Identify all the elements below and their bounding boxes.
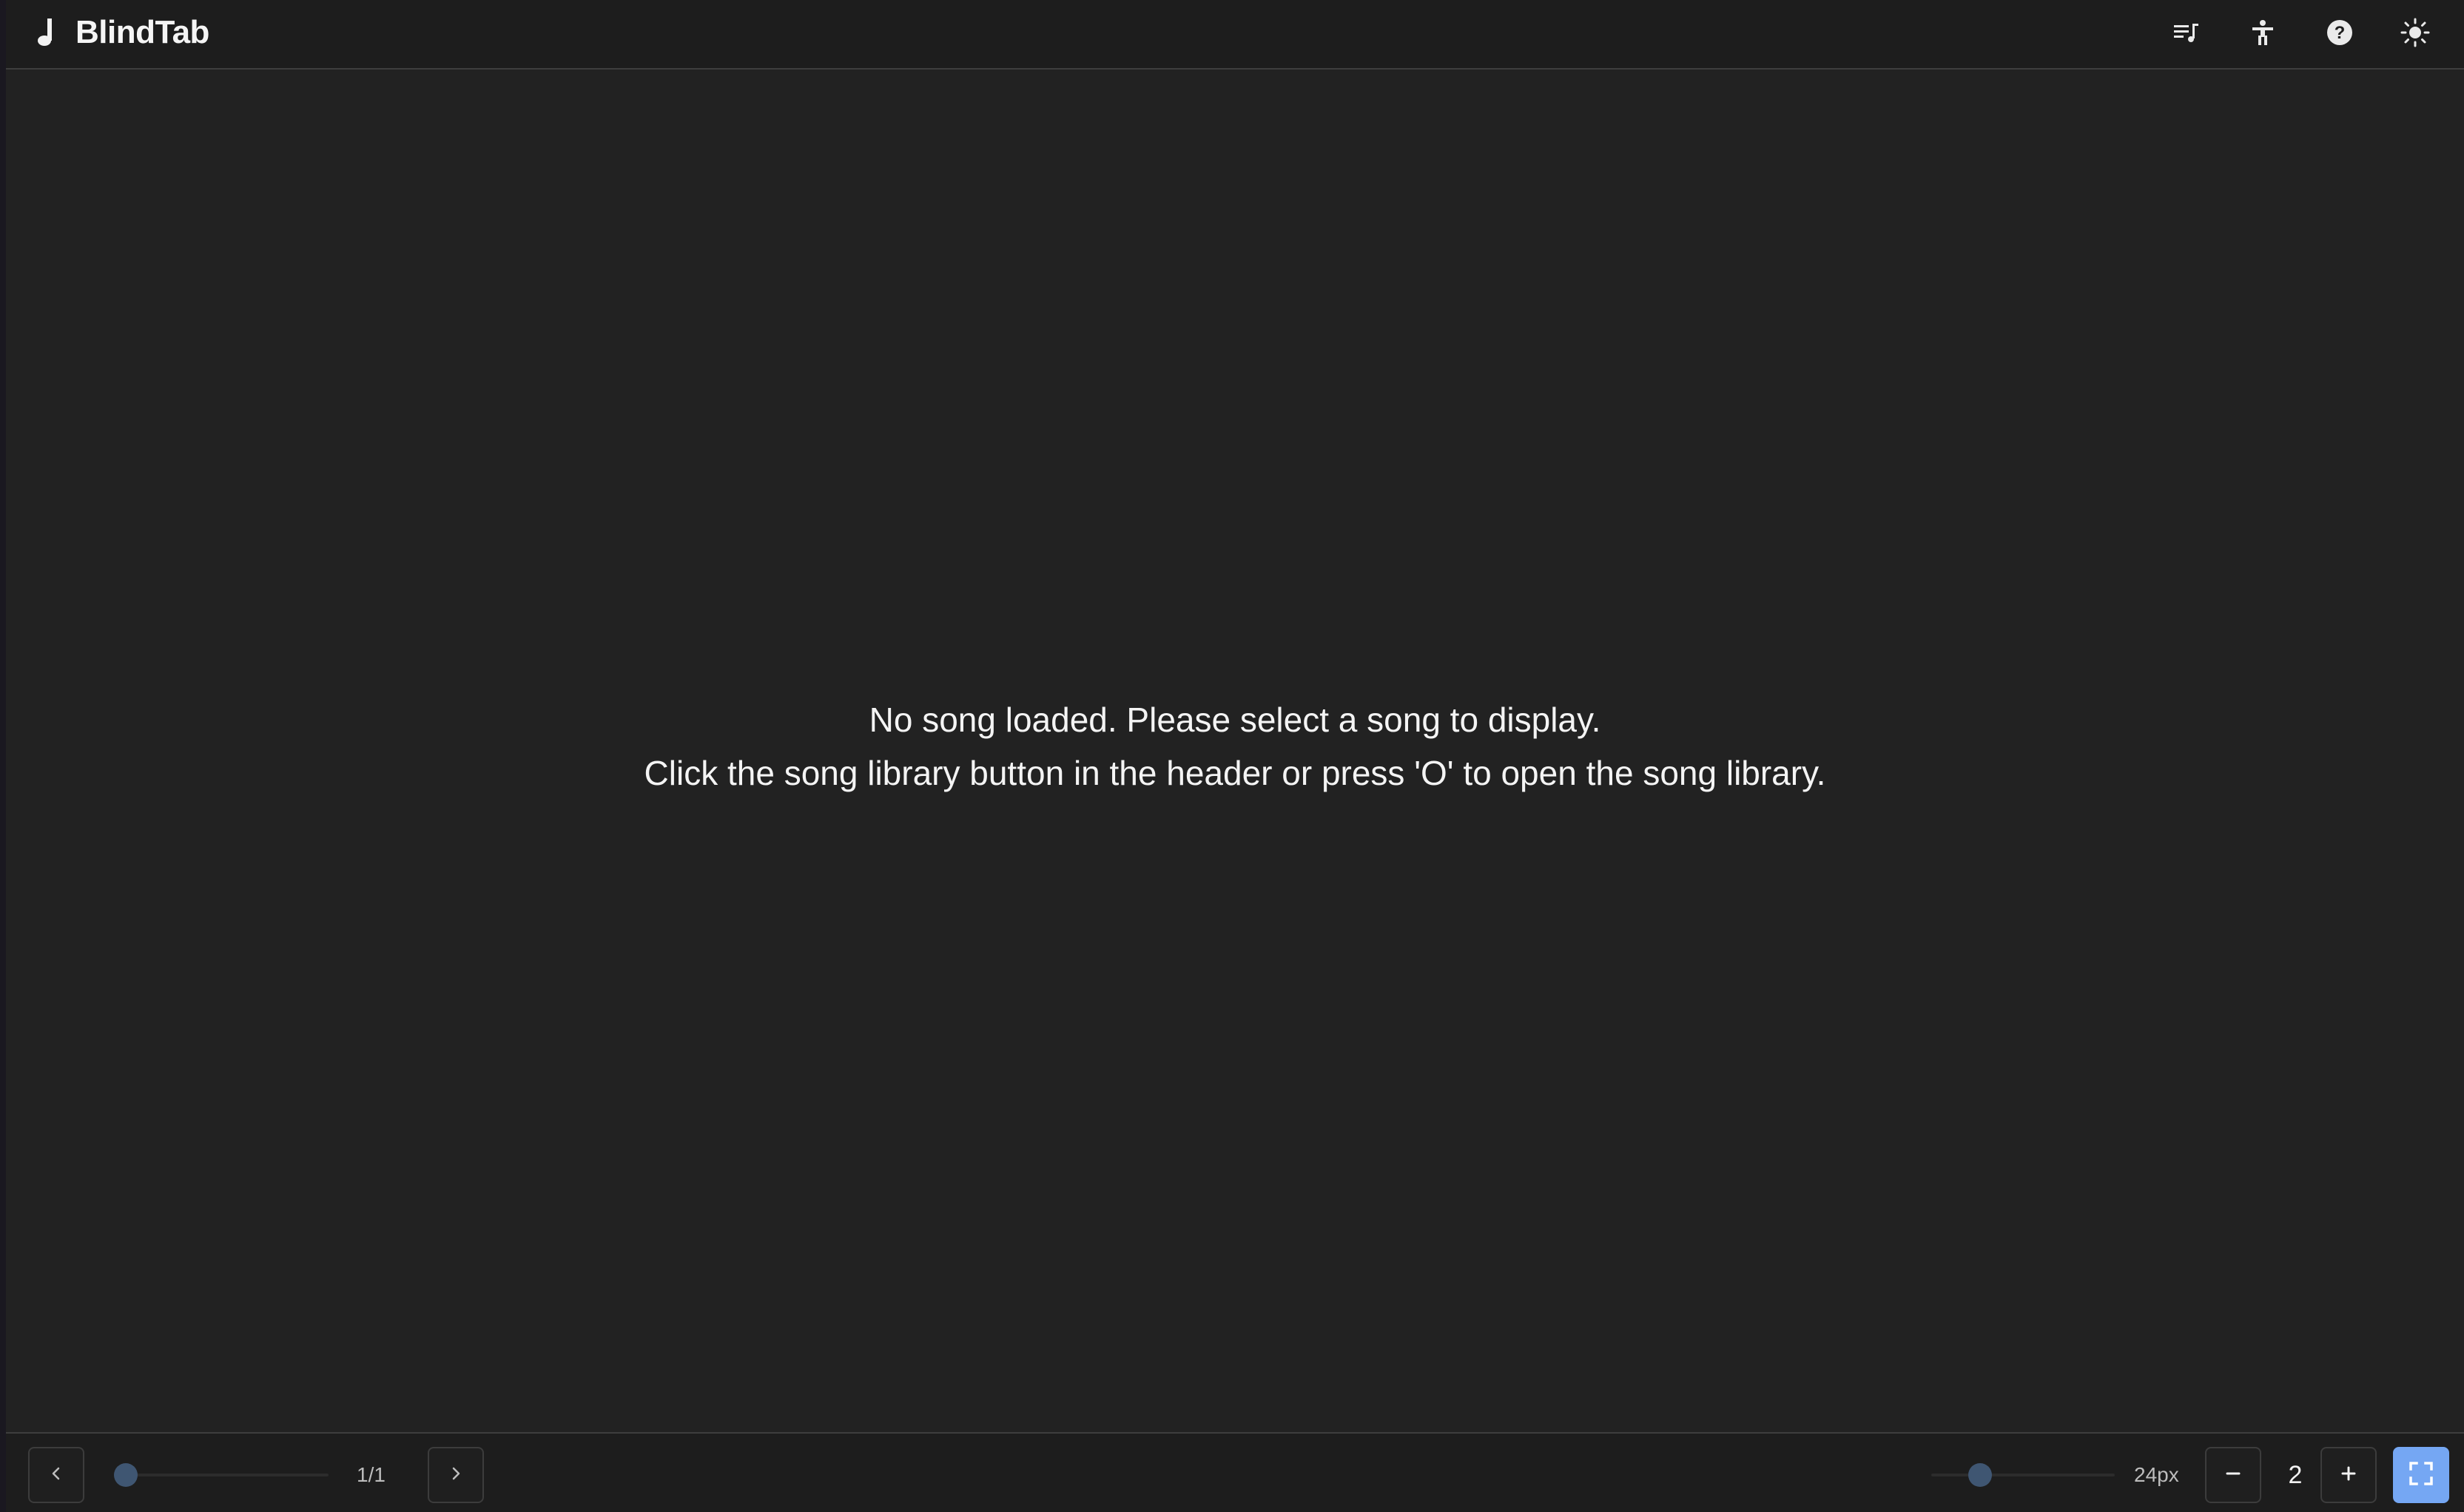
minus-icon — [2222, 1462, 2244, 1488]
fullscreen-button[interactable] — [2393, 1447, 2449, 1503]
font-size-slider-track — [1931, 1474, 2115, 1476]
accessibility-button[interactable] — [2242, 13, 2283, 55]
chevron-left-icon — [45, 1462, 67, 1488]
accessibility-icon — [2248, 18, 2278, 51]
page-slider-thumb[interactable] — [114, 1463, 138, 1487]
help-icon: ? — [2325, 18, 2354, 51]
app-title: BlindTab — [75, 14, 209, 50]
svg-text:?: ? — [2335, 23, 2346, 43]
header: BlindTab ? — [6, 0, 2464, 70]
song-library-button[interactable] — [2165, 13, 2207, 55]
column-count-value: 2 — [2288, 1461, 2303, 1489]
sun-icon — [2400, 18, 2430, 51]
chevron-right-icon — [445, 1462, 467, 1488]
song-library-hint: Click the song library button in the hea… — [644, 754, 1826, 792]
music-note-icon — [31, 16, 61, 50]
song-library-icon — [2171, 18, 2201, 51]
page-slider[interactable] — [114, 1462, 329, 1488]
previous-page-button[interactable] — [28, 1447, 84, 1503]
page-slider-track — [114, 1474, 329, 1476]
brand: BlindTab — [31, 10, 209, 55]
increase-columns-button[interactable] — [2320, 1447, 2377, 1503]
decrease-columns-button[interactable] — [2205, 1447, 2261, 1503]
next-page-button[interactable] — [428, 1447, 484, 1503]
no-song-message: No song loaded. Please select a song to … — [869, 701, 1601, 739]
font-size-label: 24px — [2134, 1463, 2179, 1486]
plus-icon — [2337, 1462, 2360, 1488]
fullscreen-icon — [2409, 1461, 2434, 1490]
font-size-slider-thumb[interactable] — [1968, 1463, 1992, 1487]
app-window: BlindTab ? No song loaded. Please select… — [6, 0, 2464, 1512]
theme-toggle-button[interactable] — [2394, 13, 2436, 55]
page-indicator: 1/1 — [357, 1463, 386, 1486]
song-display-area: No song loaded. Please select a song to … — [6, 71, 2464, 1432]
help-button[interactable]: ? — [2319, 13, 2360, 55]
footer-toolbar: 1/1 24px 2 — [6, 1432, 2464, 1512]
font-size-slider[interactable] — [1931, 1462, 2115, 1488]
